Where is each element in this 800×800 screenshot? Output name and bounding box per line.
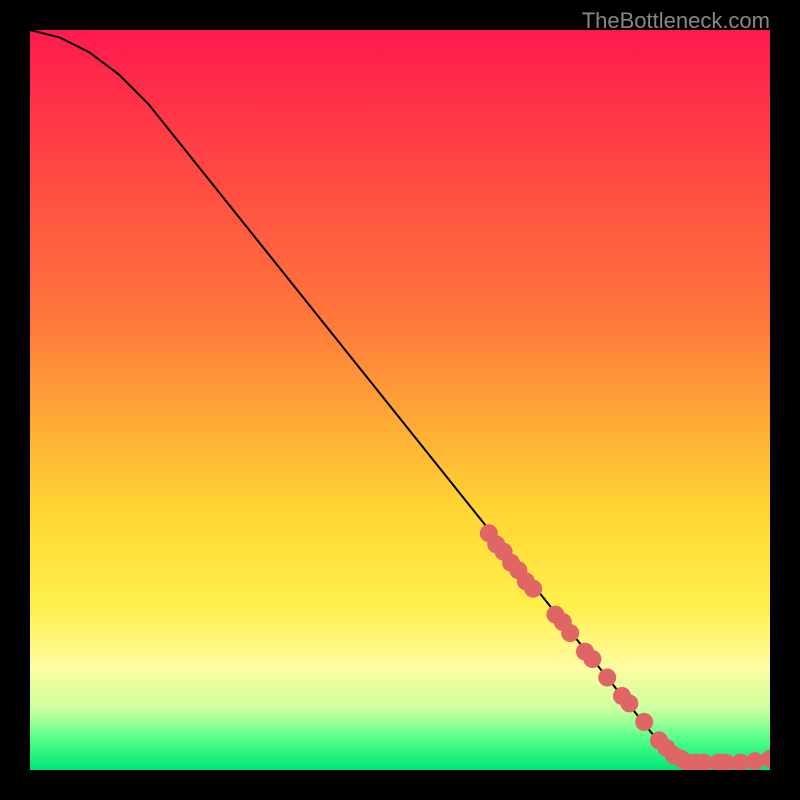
data-marker [598,669,616,687]
data-marker [620,694,638,712]
watermark-text: TheBottleneck.com [582,8,770,34]
chart-container [30,30,770,770]
data-marker [561,624,579,642]
chart-svg [30,30,770,770]
data-marker [635,713,653,731]
data-marker [583,650,601,668]
chart-background [30,30,770,770]
data-marker [524,580,542,598]
